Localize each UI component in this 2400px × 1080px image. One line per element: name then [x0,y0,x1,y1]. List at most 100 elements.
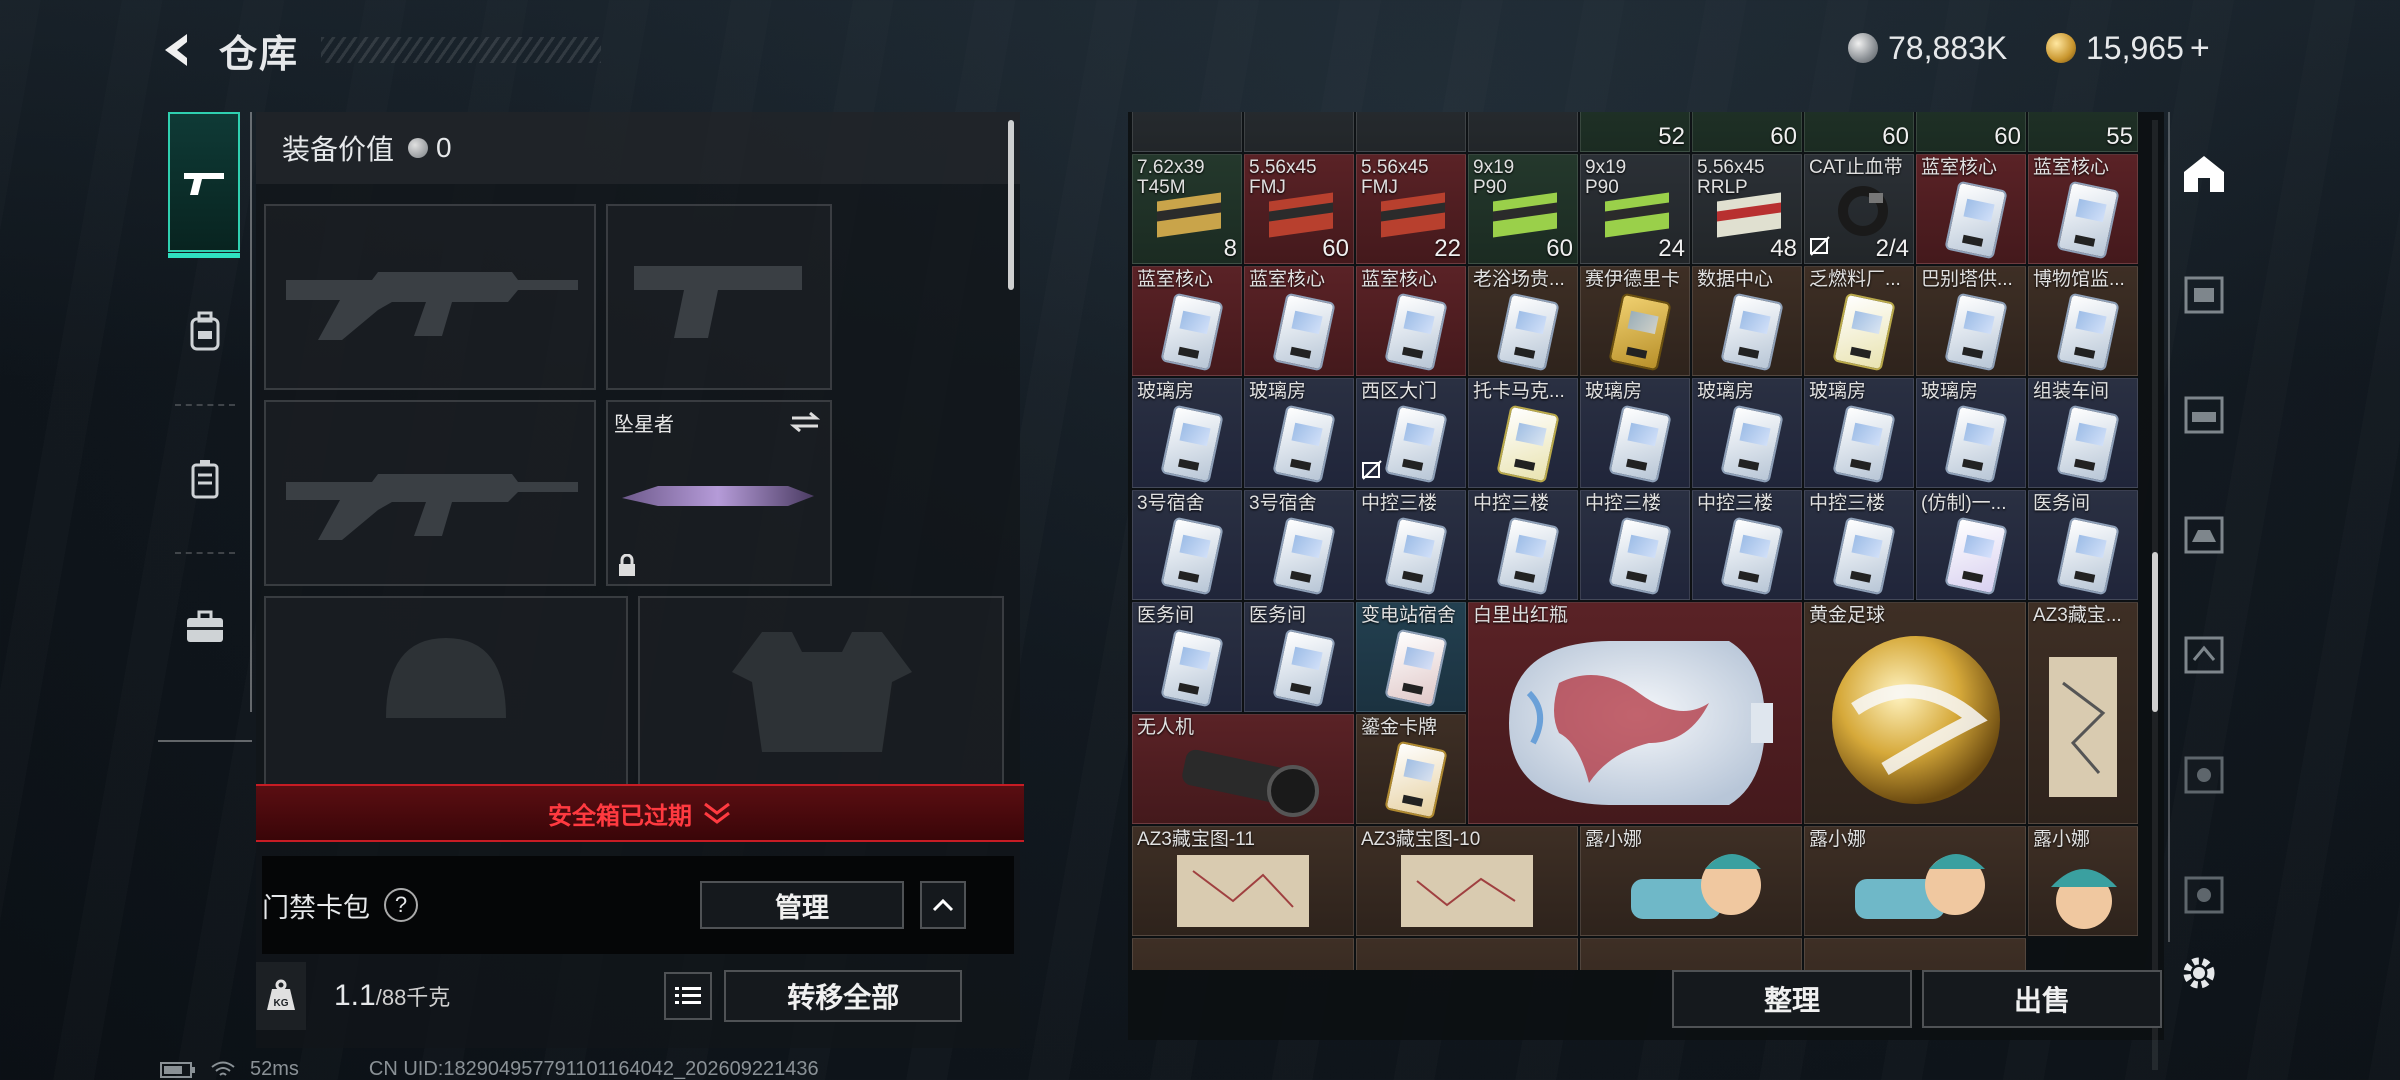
golden-football-item[interactable]: 黄金足球 [1804,602,2026,824]
pistol-slot[interactable] [606,204,832,390]
keycard-item[interactable]: 西区大门 [1356,378,1466,488]
stash-tab-3[interactable] [2178,508,2230,560]
keycard-item[interactable]: 玻璃房 [1244,378,1354,488]
stash-tab-rail [2168,112,2230,942]
drone-item[interactable]: 无人机 [1132,714,1354,824]
keycard-item[interactable]: 蓝室核心 [1916,154,2026,264]
tab-case[interactable] [158,554,252,700]
keycard-item[interactable]: 组装车间 [2028,378,2138,488]
stash-item[interactable] [1356,938,1578,970]
stash-item[interactable]: 52 [1580,112,1690,152]
keycard-icon [1944,404,2008,484]
secondary-weapon-slot[interactable] [264,400,596,586]
help-icon[interactable]: ? [384,888,418,922]
ammo-item[interactable]: 5.56x45 RRLP 48 [1692,154,1802,264]
tab-vest[interactable] [158,406,252,552]
stash-item[interactable]: 60 [1916,112,2026,152]
keycard-item[interactable]: 乏燃料厂... [1804,266,1914,376]
keycard-item[interactable]: 中控三楼 [1356,490,1466,600]
keycard-item[interactable]: 玻璃房 [1692,378,1802,488]
add-gold-icon[interactable]: + [2190,29,2210,68]
equipment-scrollbar[interactable] [1008,120,1014,290]
keycard-item[interactable]: 玻璃房 [1580,378,1690,488]
keycard-item[interactable]: 医务间 [1132,602,1242,712]
settings-gear-icon[interactable] [2176,950,2224,998]
stash-item[interactable] [1804,938,2026,970]
melee-slot[interactable]: 坠星者 [606,400,832,586]
ammo-item[interactable]: 9x19 P90 60 [1468,154,1578,264]
stash-item[interactable]: 55 [2028,112,2138,152]
list-view-button[interactable] [664,972,713,1020]
stash-home-tab[interactable] [2178,148,2230,200]
stash-tab-1[interactable] [2178,268,2230,320]
stash-tab-5[interactable] [2178,748,2230,800]
stash-item[interactable] [1132,112,1242,152]
tab-weapons[interactable] [168,112,240,258]
treasure-map-item[interactable]: AZ3藏宝图-10 [1356,826,1578,936]
back-arrow-icon[interactable] [155,28,199,72]
primary-weapon-slot[interactable] [264,204,596,390]
keycard-item[interactable]: 3号宿舍 [1244,490,1354,600]
stash-item[interactable] [1244,112,1354,152]
stash-tab-4[interactable] [2178,628,2230,680]
stash-actions: 整理 出售 [1672,970,2162,1028]
ammo-item[interactable]: 9x19 P90 24 [1580,154,1690,264]
stash-item[interactable] [1132,938,1354,970]
weight-current: 1.1 [334,979,376,1012]
stash-item[interactable] [1468,112,1578,152]
doll-item[interactable]: 露小娜 [1580,826,1802,936]
keycard-item[interactable]: 中控三楼 [1804,490,1914,600]
keycard-item[interactable]: 中控三楼 [1692,490,1802,600]
keycard-item[interactable]: 玻璃房 [1916,378,2026,488]
stash-item[interactable]: 60 [1692,112,1802,152]
stash-item[interactable] [1580,938,1802,970]
keycard-item[interactable]: 蓝室核心 [1356,266,1466,376]
tourniquet-item[interactable]: CAT止血带 2/4 [1804,154,1914,264]
keycard-item[interactable]: 玻璃房 [1132,378,1242,488]
keycard-item[interactable]: 巴别塔供... [1916,266,2026,376]
manage-button[interactable]: 管理 [700,881,904,929]
stash-tab-6[interactable] [2178,868,2230,920]
keycard-item[interactable]: 蓝室核心 [2028,154,2138,264]
keycard-item[interactable]: 赛伊德里卡 [1580,266,1690,376]
treasure-map-item[interactable]: AZ3藏宝图-11 [1132,826,1354,936]
sort-button[interactable]: 整理 [1672,970,1912,1028]
doll-item[interactable]: 露小娜 [1804,826,2026,936]
keycard-item[interactable]: 变电站宿舍 [1356,602,1466,712]
stash-tab-2[interactable] [2178,388,2230,440]
treasure-map-item[interactable]: AZ3藏宝... [2028,602,2138,824]
transfer-all-button[interactable]: 转移全部 [724,970,963,1022]
gilded-card-item[interactable]: 鎏金卡牌 [1356,714,1466,824]
ammo-item[interactable]: 5.56x45 FMJ 60 [1244,154,1354,264]
ammo-item[interactable]: 7.62x39 T45M 8 [1132,154,1242,264]
keycard-item[interactable]: 中控三楼 [1580,490,1690,600]
gold-currency[interactable]: 15,965 + [2046,26,2210,70]
doll-item[interactable]: 露小娜 [2028,826,2138,936]
keycard-item[interactable]: (仿制)一... [1916,490,2026,600]
armor-slot[interactable] [638,596,1004,786]
keycard-item[interactable]: 蓝室核心 [1244,266,1354,376]
keycard-item[interactable]: 玻璃房 [1804,378,1914,488]
keycard-item[interactable]: 3号宿舍 [1132,490,1242,600]
keycard-item[interactable]: 医务间 [2028,490,2138,600]
safe-box-expired-banner[interactable]: 安全箱已过期 [256,784,1024,842]
collapse-button[interactable] [920,881,966,929]
keycard-item[interactable]: 数据中心 [1692,266,1802,376]
chevron-up-icon [932,898,954,912]
stash-item[interactable] [1356,112,1466,152]
keycard-item[interactable]: 博物馆监... [2028,266,2138,376]
keycard-item[interactable]: 蓝室核心 [1132,266,1242,376]
sell-button[interactable]: 出售 [1922,970,2162,1028]
ammo-item[interactable]: 5.56x45 FMJ 22 [1356,154,1466,264]
keycard-item[interactable]: 托卡马克... [1468,378,1578,488]
vase-item[interactable]: 白里出红瓶 [1468,602,1802,824]
stash-item[interactable]: 60 [1804,112,1914,152]
keycard-item[interactable]: 医务间 [1244,602,1354,712]
tab-backpack[interactable] [158,258,252,404]
helmet-slot[interactable] [264,596,628,786]
keycard-item[interactable]: 中控三楼 [1468,490,1578,600]
card-icon [1384,740,1448,820]
stash-scroll-thumb[interactable] [2152,552,2158,712]
keycard-item[interactable]: 老浴场贵... [1468,266,1578,376]
swap-icon[interactable] [788,410,822,434]
